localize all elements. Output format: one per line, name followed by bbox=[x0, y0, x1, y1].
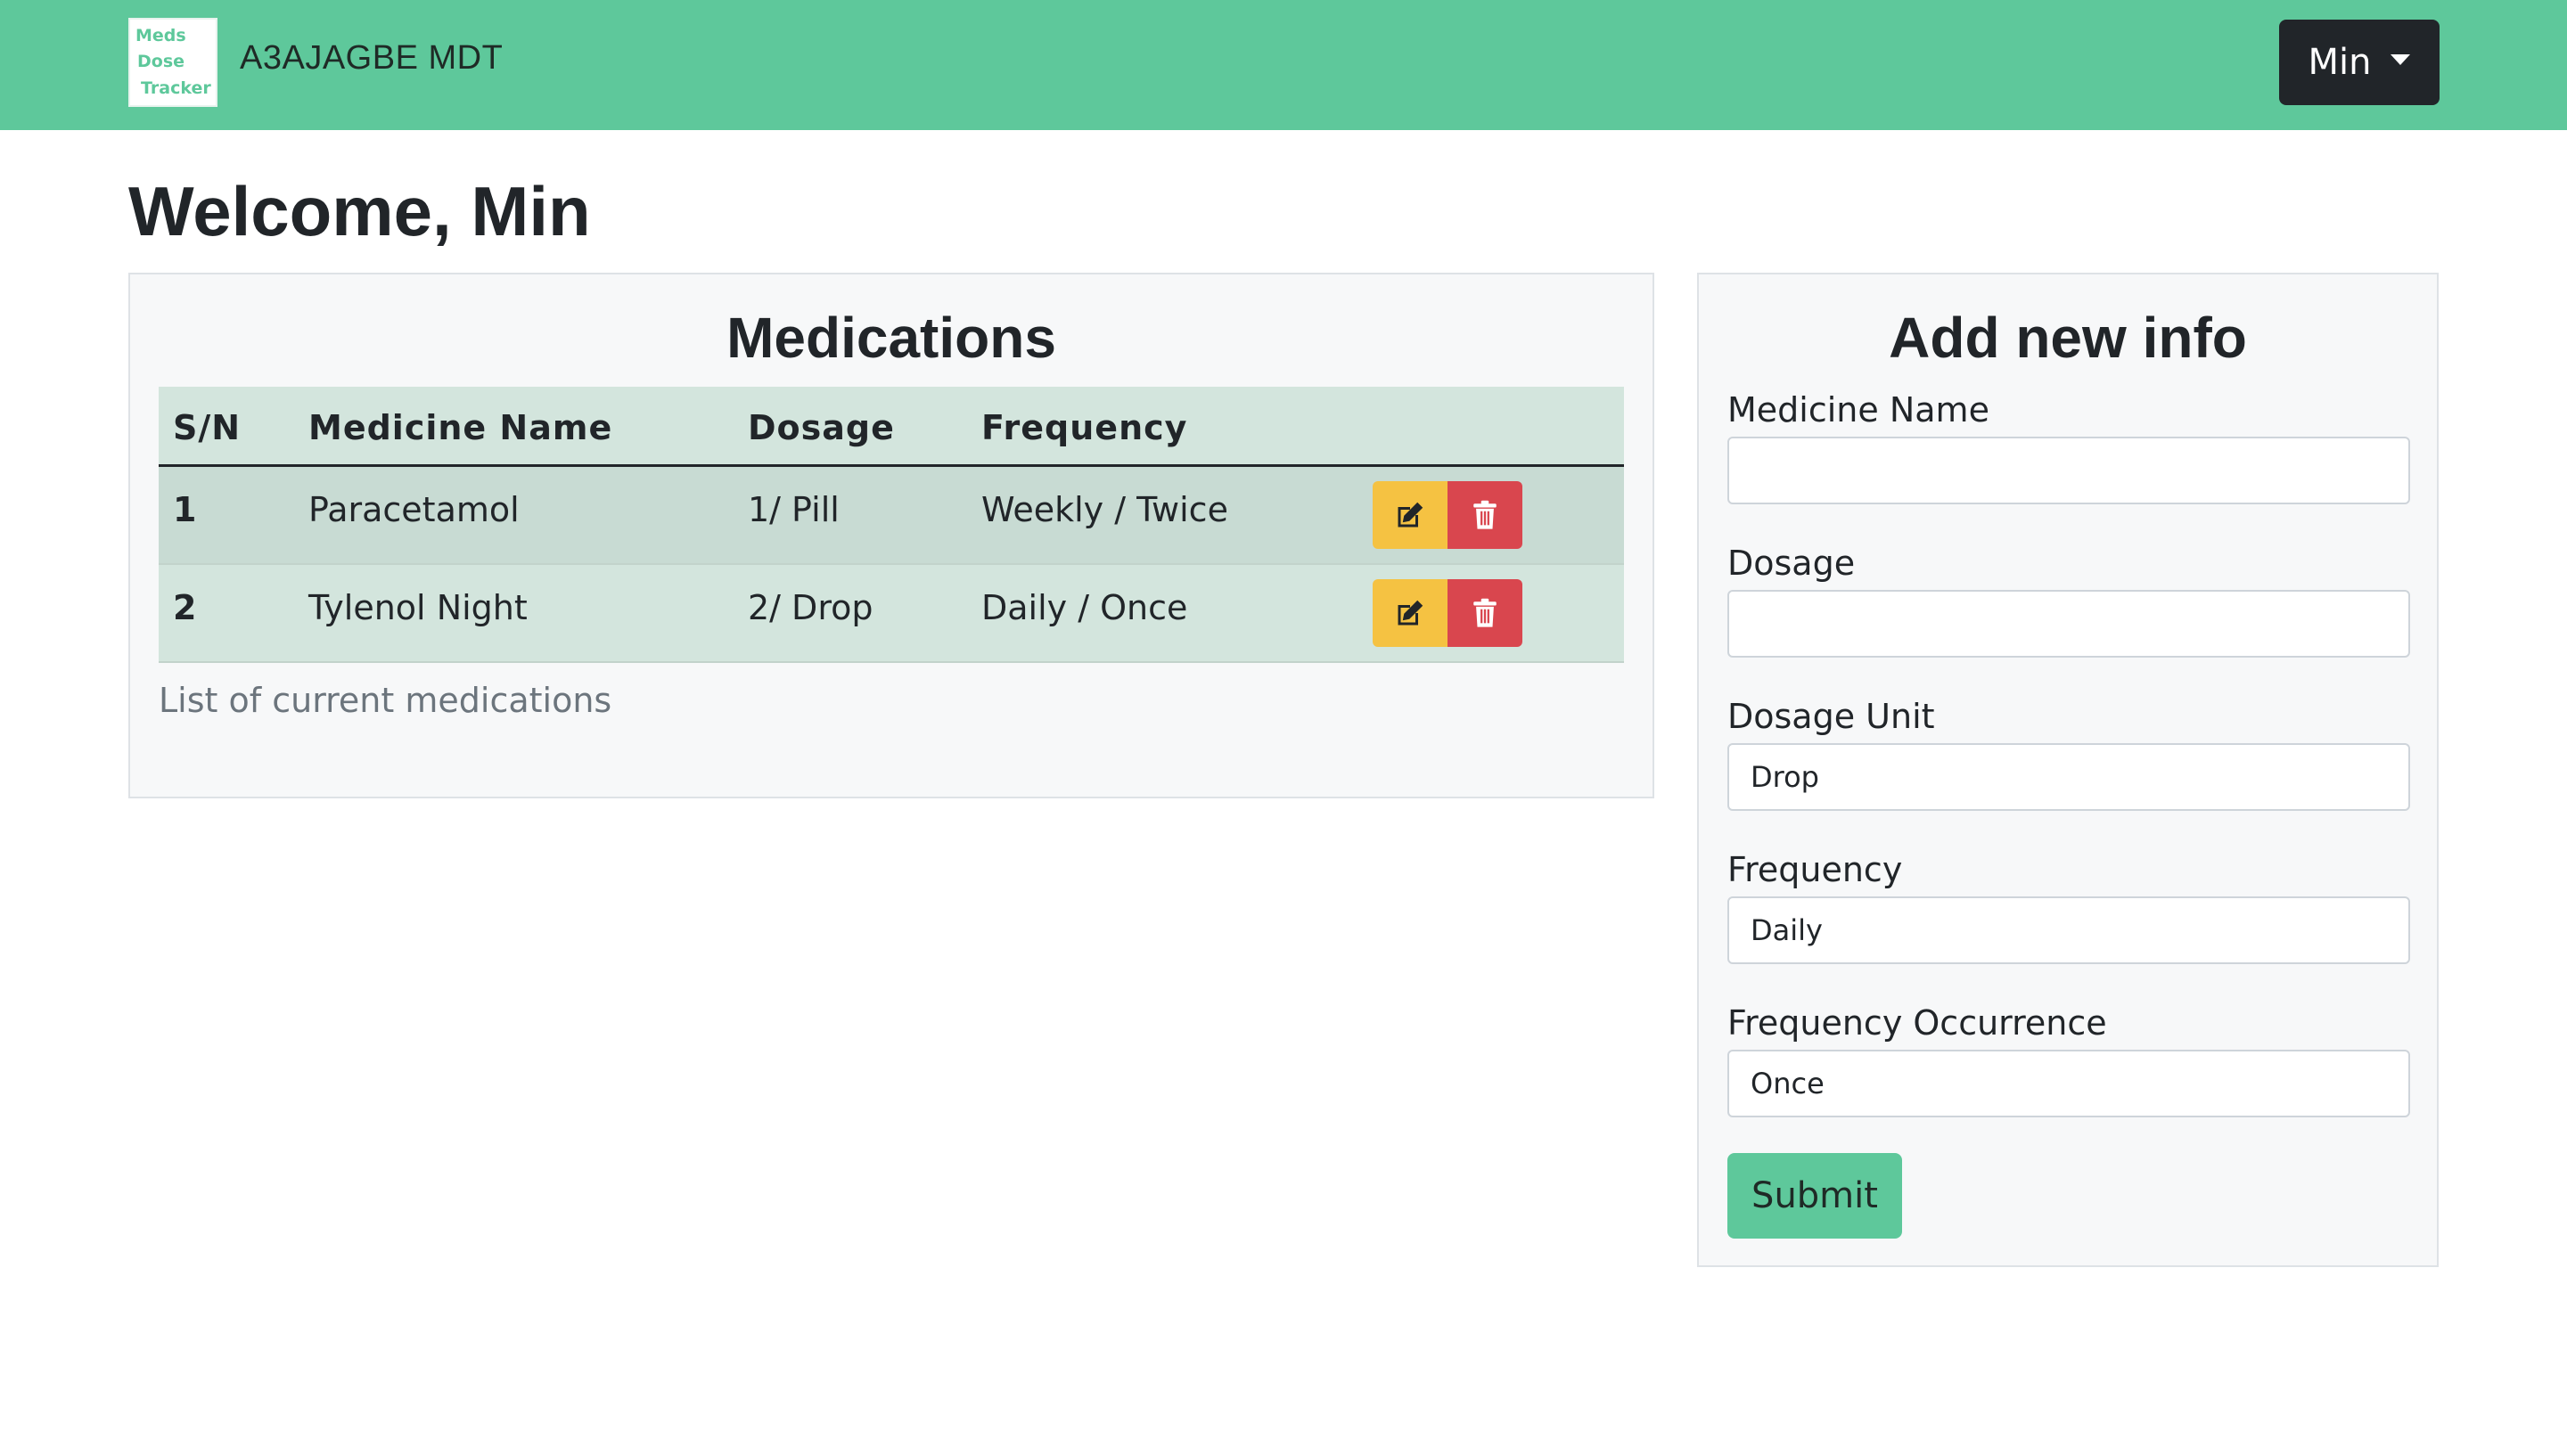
dosage-unit-select[interactable]: Drop bbox=[1727, 743, 2410, 811]
caret-down-icon bbox=[2391, 54, 2411, 65]
table-caption: List of current medications bbox=[159, 681, 612, 720]
app-logo[interactable]: Meds Dose Tracker bbox=[128, 18, 217, 107]
edit-button[interactable] bbox=[1373, 481, 1448, 549]
table-header: S/N Medicine Name Dosage Frequency bbox=[159, 387, 1624, 467]
row-sn: 2 bbox=[173, 588, 197, 627]
column-header-medicine-name: Medicine Name bbox=[308, 408, 613, 447]
page-title: Welcome, Min bbox=[128, 172, 591, 250]
frequency-occurrence-select[interactable]: Once bbox=[1727, 1050, 2410, 1117]
dosage-input[interactable] bbox=[1727, 590, 2410, 658]
frequency-occurrence-label: Frequency Occurrence bbox=[1727, 1003, 2107, 1043]
trash-icon bbox=[1473, 500, 1497, 529]
column-header-frequency: Frequency bbox=[981, 408, 1188, 447]
logo-line-2: Dose bbox=[137, 52, 185, 72]
medicine-name-input[interactable] bbox=[1727, 437, 2410, 504]
logo-line-1: Meds bbox=[135, 26, 186, 46]
add-info-title: Add new info bbox=[1889, 306, 2247, 370]
column-header-dosage: Dosage bbox=[748, 408, 895, 447]
trash-icon bbox=[1473, 598, 1497, 627]
edit-icon bbox=[1398, 502, 1423, 528]
table-row: 2 Tylenol Night 2/ Drop Daily / Once bbox=[159, 565, 1624, 663]
dosage-label: Dosage bbox=[1727, 544, 1856, 583]
medicine-name-label: Medicine Name bbox=[1727, 390, 1989, 429]
submit-button[interactable]: Submit bbox=[1727, 1153, 1902, 1239]
row-dosage: 2/ Drop bbox=[748, 588, 873, 627]
add-info-card: Add new info Medicine Name Dosage Dosage… bbox=[1697, 273, 2439, 1267]
frequency-label: Frequency bbox=[1727, 850, 1903, 889]
user-menu-button[interactable]: Min bbox=[2279, 20, 2440, 105]
row-frequency: Weekly / Twice bbox=[981, 490, 1228, 529]
medications-card: Medications S/N Medicine Name Dosage Fre… bbox=[128, 273, 1654, 798]
row-frequency: Daily / Once bbox=[981, 588, 1188, 627]
frequency-select[interactable]: Daily bbox=[1727, 896, 2410, 964]
delete-button[interactable] bbox=[1448, 481, 1522, 549]
medications-title: Medications bbox=[726, 306, 1056, 370]
navbar: Meds Dose Tracker A3AJAGBE MDT Min bbox=[0, 0, 2567, 130]
dosage-unit-label: Dosage Unit bbox=[1727, 697, 1935, 736]
brand-name[interactable]: A3AJAGBE MDT bbox=[240, 39, 503, 78]
delete-button[interactable] bbox=[1448, 579, 1522, 647]
column-header-sn: S/N bbox=[173, 408, 242, 447]
row-medicine-name: Paracetamol bbox=[308, 490, 520, 529]
logo-line-3: Tracker bbox=[141, 78, 211, 98]
medications-table: S/N Medicine Name Dosage Frequency 1 Par… bbox=[159, 387, 1624, 663]
row-sn: 1 bbox=[173, 490, 197, 529]
table-row: 1 Paracetamol 1/ Pill Weekly / Twice bbox=[159, 467, 1624, 565]
row-dosage: 1/ Pill bbox=[748, 490, 840, 529]
edit-icon bbox=[1398, 600, 1423, 626]
user-menu-label: Min bbox=[2308, 42, 2372, 83]
row-medicine-name: Tylenol Night bbox=[308, 588, 528, 627]
edit-button[interactable] bbox=[1373, 579, 1448, 647]
